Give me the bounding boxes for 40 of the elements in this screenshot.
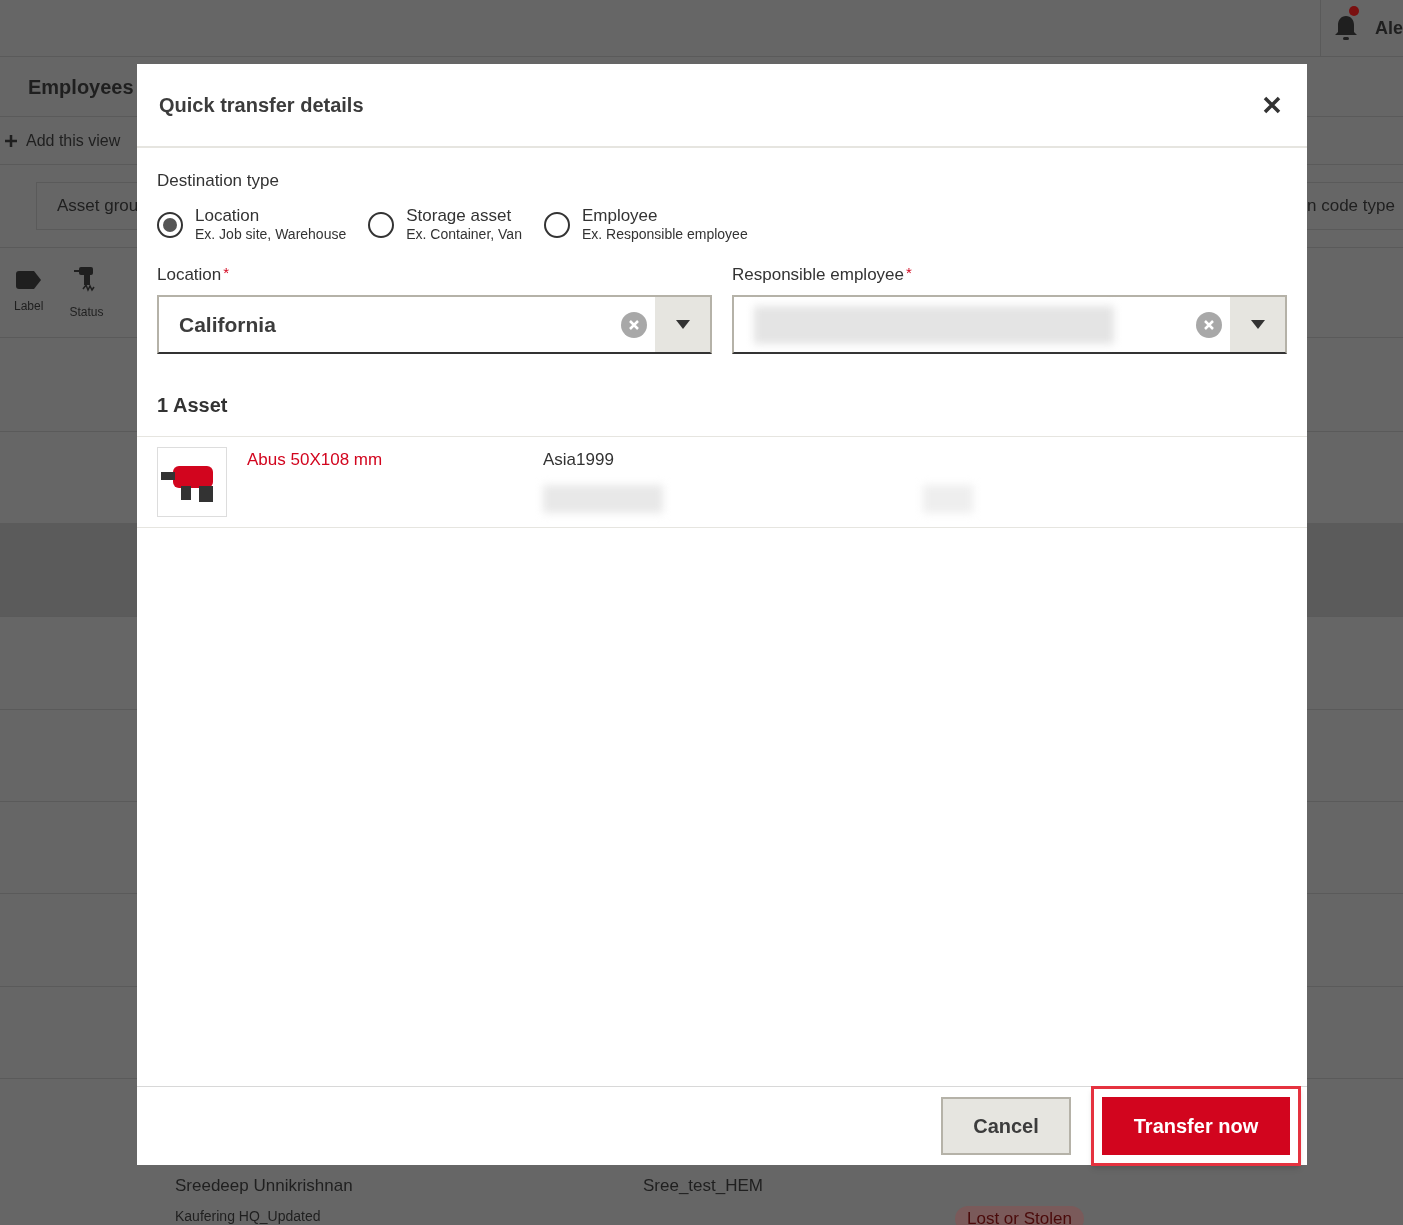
radio-button[interactable] xyxy=(368,211,395,238)
select-field[interactable]: California xyxy=(157,295,712,354)
cancel-button[interactable]: Cancel xyxy=(941,1097,1071,1155)
plus-icon xyxy=(4,133,18,148)
section-label: Destination type xyxy=(157,170,280,192)
field-label: Responsible employee xyxy=(732,263,904,286)
radio-button[interactable] xyxy=(157,211,183,238)
table-cell-text: Sree_test_HEM xyxy=(643,1175,764,1198)
drill-photo-placeholder xyxy=(157,447,227,517)
radio-hint: Ex. Responsible employee xyxy=(581,224,748,244)
radio-label: Employee xyxy=(581,205,659,225)
radio-hint: Ex. Container, Van xyxy=(406,224,522,244)
select-field[interactable] xyxy=(732,295,1287,354)
field-label: Location xyxy=(157,263,222,286)
notification-bell-icon[interactable] xyxy=(1333,14,1359,42)
asset-code: Asia1999 xyxy=(543,449,615,471)
asset-count: 1 Asset xyxy=(157,393,229,418)
page-title: Employees xyxy=(28,74,134,100)
radio-hint: Ex. Job site, Warehouse xyxy=(195,224,347,244)
radio-button[interactable] xyxy=(543,211,570,238)
user-name[interactable]: Ale xyxy=(1375,14,1403,42)
table-cell-text: Kaufering HQ_Updated xyxy=(175,1207,322,1225)
required-mark: * xyxy=(906,262,912,283)
status-badge: Lost or Stolen xyxy=(955,1206,1084,1225)
radio-label: Storage asset xyxy=(406,205,513,225)
required-mark: * xyxy=(223,262,230,283)
transfer-button[interactable]: Transfer now xyxy=(1102,1097,1290,1155)
dropdown-toggle[interactable] xyxy=(655,297,710,352)
dropdown-toggle[interactable] xyxy=(1230,297,1285,352)
caret-icon xyxy=(1250,320,1265,329)
tag-icon xyxy=(15,270,42,289)
close-icon[interactable] xyxy=(1263,96,1281,114)
table-cell-text: Sreedeep Unnikrishnan xyxy=(175,1175,354,1198)
dialog-title: Quick transfer details xyxy=(159,93,364,118)
radio-label: Location xyxy=(195,205,261,225)
add-view-link[interactable]: Add this view xyxy=(26,128,121,153)
toolbar-button[interactable]: Label xyxy=(14,270,44,315)
toolbar-button[interactable]: Status xyxy=(69,264,104,321)
caret-icon xyxy=(675,320,690,329)
selected-value: California xyxy=(179,311,276,338)
